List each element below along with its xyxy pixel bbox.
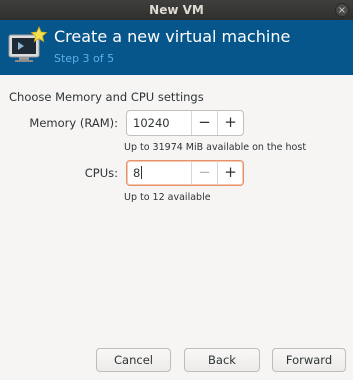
memory-decrement-button[interactable]: − [191, 111, 217, 135]
cpus-value: 8 [133, 166, 141, 180]
wizard-header: Create a new virtual machine Step 3 of 5 [0, 20, 353, 75]
cpus-label: CPUs: [84, 166, 118, 180]
wizard-step: Step 3 of 5 [54, 52, 115, 65]
memory-hint: Up to 31974 MiB available on the host [124, 142, 307, 153]
title-bar: New VM × [0, 0, 353, 20]
memory-label: Memory (RAM): [29, 116, 118, 130]
cpus-decrement-button[interactable]: − [191, 161, 217, 185]
wizard-title: Create a new virtual machine [54, 27, 291, 46]
close-icon: × [337, 5, 347, 16]
cpus-input[interactable]: 8 [127, 161, 191, 185]
vm-monitor-icon [8, 26, 48, 62]
window-title: New VM [149, 3, 204, 17]
cancel-button[interactable]: Cancel [96, 348, 171, 372]
cpus-increment-button[interactable]: + [217, 161, 243, 185]
memory-spinbutton[interactable]: 10240 − + [126, 110, 244, 136]
new-vm-dialog: New VM × Create a new virtual machine St… [0, 0, 353, 380]
cpus-spinbutton[interactable]: 8 − + [126, 160, 244, 186]
memory-input[interactable]: 10240 [127, 111, 191, 135]
close-button[interactable]: × [335, 3, 349, 17]
memory-increment-button[interactable]: + [217, 111, 243, 135]
cpus-hint: Up to 12 available [124, 192, 211, 203]
forward-button[interactable]: Forward [272, 348, 346, 372]
section-title: Choose Memory and CPU settings [9, 90, 204, 104]
text-cursor [141, 166, 143, 179]
back-button[interactable]: Back [184, 348, 260, 372]
